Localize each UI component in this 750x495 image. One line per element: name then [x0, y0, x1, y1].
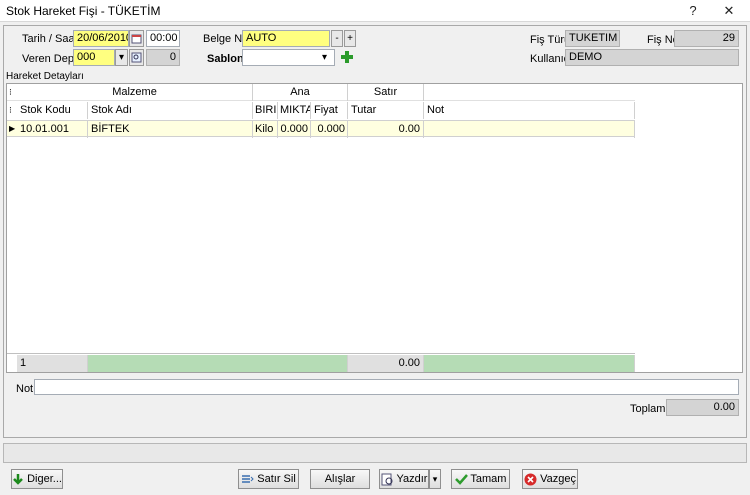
cell-miktar[interactable]: 0.000: [278, 121, 311, 138]
section-title: Hareket Detayları: [6, 71, 84, 82]
veren-depo-label: Veren Depo: [22, 53, 81, 65]
diger-button[interactable]: Diger...: [11, 469, 63, 489]
alislar-button[interactable]: Alışlar: [310, 469, 370, 489]
footer-blank-2: [424, 355, 635, 372]
toplam-label: Toplam: [630, 403, 666, 415]
cancel-icon: [524, 473, 537, 486]
diger-label: Diger...: [27, 473, 62, 485]
belge-no-input[interactable]: AUTO: [242, 30, 330, 47]
cell-stok-adi[interactable]: BİFTEK: [88, 121, 253, 138]
status-bar: [3, 443, 747, 463]
close-button[interactable]: ✕: [712, 0, 746, 22]
footer-count: 1: [17, 355, 88, 372]
tamam-label: Tamam: [470, 473, 507, 485]
calendar-icon[interactable]: [129, 30, 144, 47]
footer-tutar: 0.00: [348, 355, 424, 372]
table-row[interactable]: ▶ 10.01.001 BİFTEK Kilo 0.000 0.000 0.00: [7, 120, 635, 138]
arrow-down-icon: [13, 474, 23, 485]
group-satir: Satır: [348, 84, 424, 101]
vazgec-label: Vazgeç: [540, 473, 576, 485]
kullanici-value: DEMO: [565, 49, 739, 66]
chevron-down-icon: ▾: [432, 474, 438, 484]
depo-lookup-icon[interactable]: [129, 49, 144, 66]
title-bar: Stok Hareket Fişi - TÜKETİM ? ✕: [0, 0, 750, 22]
depo-value: 0: [146, 49, 180, 66]
col-miktar[interactable]: MIKTA: [278, 102, 311, 119]
belge-plus-button[interactable]: +: [344, 30, 356, 47]
col-birim[interactable]: BIRI: [253, 102, 278, 119]
fis-no-value: 29: [674, 30, 739, 47]
col-tutar[interactable]: Tutar: [348, 102, 424, 119]
column-header-row: ⁝ Stok Kodu Stok Adı BIRI MIKTA Fiyat Tu…: [7, 102, 635, 119]
satir-sil-button[interactable]: Satır Sil: [238, 469, 299, 489]
sablon-label: Sablon: [207, 53, 244, 65]
cell-not[interactable]: [424, 121, 635, 138]
cell-fiyat[interactable]: 0.000: [311, 121, 348, 138]
col-stok-adi[interactable]: Stok Adı: [88, 102, 253, 119]
add-template-icon[interactable]: [339, 49, 355, 65]
chevron-down-icon[interactable]: ▾: [115, 49, 128, 66]
satir-sil-label: Satır Sil: [257, 473, 296, 485]
yazdir-dropdown[interactable]: ▾: [429, 469, 441, 489]
grid-menu-icon[interactable]: ⁝: [9, 105, 12, 116]
not-label: Not: [16, 383, 34, 395]
tarih-input[interactable]: 20/06/2010: [73, 30, 129, 47]
belge-minus-button[interactable]: -: [331, 30, 343, 47]
saat-input[interactable]: 00:00: [146, 30, 180, 47]
cell-birim[interactable]: Kilo: [253, 121, 278, 138]
group-ana: Ana: [253, 84, 348, 101]
cell-tutar[interactable]: 0.00: [348, 121, 424, 138]
cell-stok-kodu[interactable]: 10.01.001: [17, 121, 88, 138]
yazdir-label: Yazdır: [396, 473, 428, 485]
delete-row-icon: [242, 475, 254, 483]
window-title: Stok Hareket Fişi - TÜKETİM: [6, 4, 161, 18]
grid-menu-icon[interactable]: ⁝: [9, 87, 12, 98]
vazgec-button[interactable]: Vazgeç: [522, 469, 578, 489]
depo-select[interactable]: 000: [73, 49, 115, 66]
toplam-value: 0.00: [666, 399, 739, 416]
data-grid: ⁝ Malzeme Ana Satır ⁝ Stok Kodu Stok Adı…: [6, 83, 743, 373]
tarih-saat-label: Tarih / Saat: [22, 33, 78, 45]
yazdir-button[interactable]: Yazdır: [379, 469, 429, 489]
print-preview-icon: [381, 473, 393, 486]
row-pointer-icon: ▶: [9, 124, 16, 133]
check-icon: [454, 474, 468, 485]
grid-footer-row: 1 0.00: [7, 353, 635, 372]
fis-turu-value: TUKETIM: [565, 30, 620, 47]
chevron-down-icon[interactable]: ▾: [322, 49, 334, 66]
help-button[interactable]: ?: [676, 0, 710, 22]
group-malzeme: Malzeme: [17, 84, 253, 101]
footer-blank: [88, 355, 348, 372]
col-not[interactable]: Not: [424, 102, 635, 119]
col-fiyat[interactable]: Fiyat: [311, 102, 348, 119]
col-stok-kodu[interactable]: Stok Kodu: [17, 102, 88, 119]
not-input[interactable]: [34, 379, 739, 395]
group-header-row: ⁝ Malzeme Ana Satır: [7, 84, 635, 101]
tamam-button[interactable]: Tamam: [451, 469, 510, 489]
